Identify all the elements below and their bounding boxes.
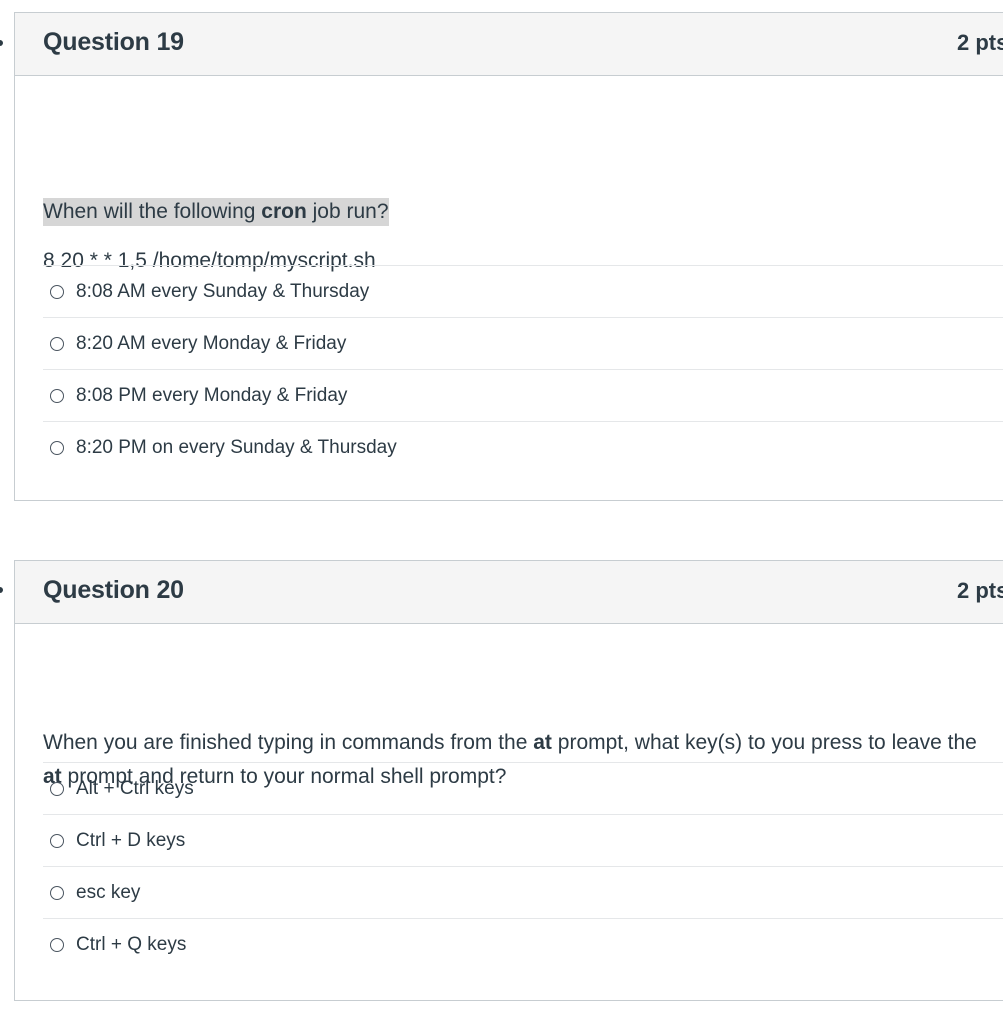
answer-option[interactable]: Alt + Ctrl keys <box>43 762 1003 814</box>
answer-list: Alt + Ctrl keys Ctrl + D keys esc key Ct… <box>43 762 1003 970</box>
radio-button[interactable] <box>50 388 64 403</box>
prompt-text: prompt, what key(s) to you press to leav… <box>551 731 977 754</box>
answer-label[interactable]: 8:20 AM every Monday & Friday <box>76 333 346 355</box>
answer-label[interactable]: Alt + Ctrl keys <box>76 778 194 800</box>
quiz-page: Question 19 2 pts When will the followin… <box>0 0 1003 1024</box>
answer-label[interactable]: 8:20 PM on every Sunday & Thursday <box>76 437 397 459</box>
answer-option[interactable]: 8:08 PM every Monday & Friday <box>43 369 1003 421</box>
answer-option[interactable]: esc key <box>43 866 1003 918</box>
question-20-card: Question 20 2 pts When you are finished … <box>14 560 1003 1001</box>
prompt-bold-term: cron <box>261 200 307 223</box>
radio-button[interactable] <box>50 440 64 455</box>
radio-button[interactable] <box>50 833 64 848</box>
question-header: Question 19 2 pts <box>15 13 1003 76</box>
answer-option[interactable]: 8:08 AM every Sunday & Thursday <box>43 265 1003 317</box>
answer-label[interactable]: esc key <box>76 882 140 904</box>
question-flag-marker[interactable] <box>0 40 3 46</box>
question-flag-marker[interactable] <box>0 587 3 593</box>
answer-option[interactable]: Ctrl + D keys <box>43 814 1003 866</box>
answer-option[interactable]: 8:20 PM on every Sunday & Thursday <box>43 421 1003 473</box>
answer-label[interactable]: 8:08 AM every Sunday & Thursday <box>76 281 369 303</box>
answer-option[interactable]: 8:20 AM every Monday & Friday <box>43 317 1003 369</box>
prompt-text: job run? <box>306 200 389 223</box>
question-title: Question 19 <box>43 28 184 56</box>
answer-label[interactable]: Ctrl + D keys <box>76 830 185 852</box>
question-19-card: Question 19 2 pts When will the followin… <box>14 12 1003 501</box>
prompt-text: When you are finished typing in commands… <box>43 731 534 754</box>
highlighted-prompt: When will the following cron job run? <box>43 198 389 226</box>
radio-button[interactable] <box>50 781 64 796</box>
radio-button[interactable] <box>50 885 64 900</box>
prompt-text: When will the following <box>43 200 262 223</box>
radio-button[interactable] <box>50 937 64 952</box>
question-header: Question 20 2 pts <box>15 561 1003 624</box>
answer-label[interactable]: Ctrl + Q keys <box>76 934 186 956</box>
answer-list: 8:08 AM every Sunday & Thursday 8:20 AM … <box>43 265 1003 473</box>
question-points: 2 pts <box>957 578 1003 603</box>
question-prompt: When will the following cron job run? <box>43 195 389 229</box>
prompt-bold-term: at <box>533 731 552 754</box>
answer-label[interactable]: 8:08 PM every Monday & Friday <box>76 385 347 407</box>
radio-button[interactable] <box>50 336 64 351</box>
question-points: 2 pts <box>957 30 1003 55</box>
question-prompt-line-1: When you are finished typing in commands… <box>43 726 977 760</box>
answer-option[interactable]: Ctrl + Q keys <box>43 918 1003 970</box>
question-title: Question 20 <box>43 576 184 604</box>
radio-button[interactable] <box>50 284 64 299</box>
